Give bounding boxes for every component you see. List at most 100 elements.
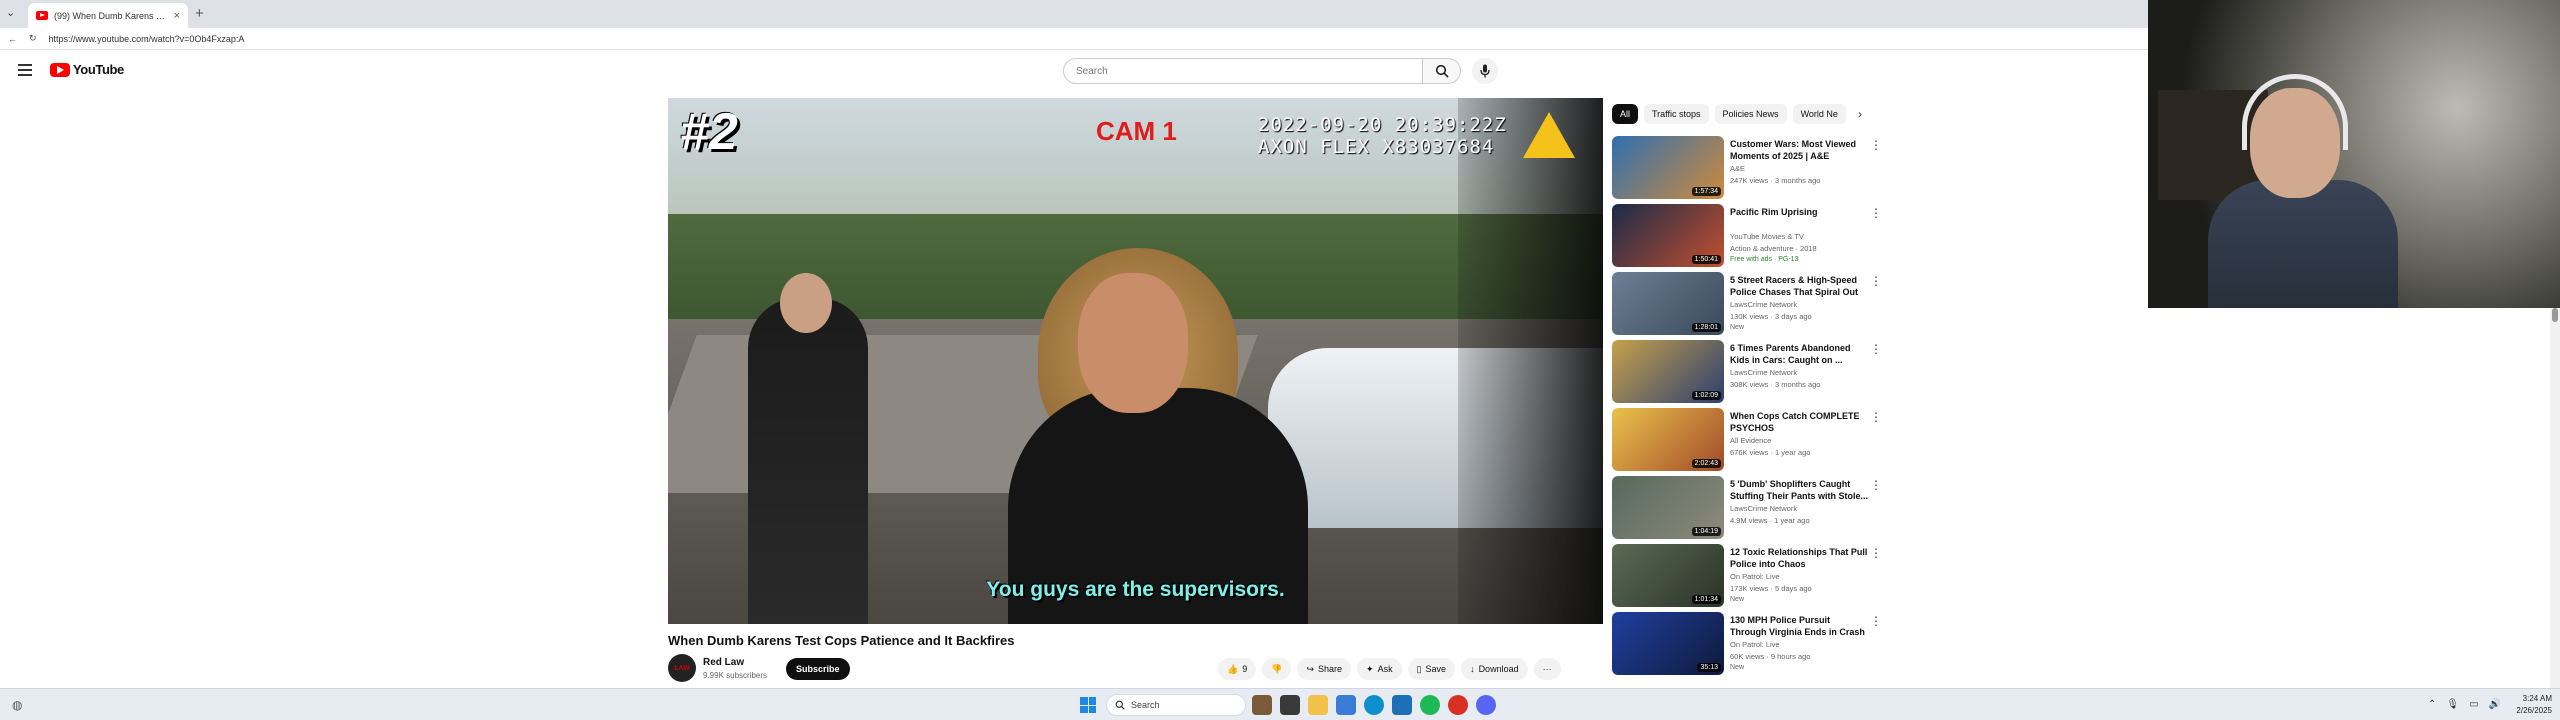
download-icon: ↓ [1470,664,1475,674]
like-button[interactable]: 👍 9 [1218,658,1257,680]
more-actions-button[interactable]: ··· [1533,658,1561,680]
tab-list-chevron-icon[interactable]: ⌄ [6,6,15,19]
recommendation-item[interactable]: 1:57:34 Customer Wars: Most Viewed Moment… [1612,136,1882,204]
channel-avatar[interactable]: LAW [668,654,696,682]
chip-world-news[interactable]: World Ne [1792,104,1846,124]
recommendation-title[interactable]: 5 Street Racers & High-Speed Police Chas… [1730,274,1868,298]
recommendation-thumbnail[interactable]: 1:50:41 [1612,204,1724,267]
address-bar: ← ↻ https://www.youtube.com/watch?v=0Ob4… [0,28,2148,50]
page-scrollbar-thumb[interactable] [2552,308,2558,322]
recommendation-item[interactable]: 1:04:19 5 'Dumb' Shoplifters Caught Stuff… [1612,476,1882,544]
recommendation-more-icon[interactable]: ⋮ [1870,342,1882,356]
windows-taskbar: ◍ Search ⌃ 🎙 ▭ 🔊 3:24 AM 2/26/2025 [0,688,2560,720]
recommendation-thumbnail[interactable]: 1:57:34 [1612,136,1724,199]
back-arrow-icon[interactable]: ← [8,34,17,44]
recommendation-title[interactable]: Customer Wars: Most Viewed Moments of 20… [1730,138,1868,162]
recommendation-title[interactable]: 12 Toxic Relationships That Pull Police … [1730,546,1868,570]
share-icon: ↪ [1306,663,1314,674]
bookmark-icon: ▯ [1416,663,1422,674]
recommendation-item[interactable]: 2:02:43 When Cops Catch COMPLETE PSYCHOS A… [1612,408,1882,476]
recommendation-meta: 173K views · 5 days ago [1730,584,1812,593]
download-label: Download [1478,664,1519,674]
subscribe-button[interactable]: Subscribe [786,658,850,680]
chip-traffic-stops[interactable]: Traffic stops [1644,104,1709,124]
tray-volume-icon[interactable]: 🔊 [2489,699,2501,710]
recommendation-more-icon[interactable]: ⋮ [1870,274,1882,288]
recommendation-title[interactable]: 5 'Dumb' Shoplifters Caught Stuffing The… [1730,478,1868,502]
recommendation-more-icon[interactable]: ⋮ [1870,546,1882,560]
taskbar-app-calculator-icon[interactable] [1392,695,1412,715]
url-field[interactable]: https://www.youtube.com/watch?v=0Ob4Fxza… [49,34,245,44]
menu-hamburger-icon[interactable] [18,64,32,76]
taskbar-app-chrome-icon[interactable] [1448,695,1468,715]
taskbar-time: 3:24 AM [2522,694,2552,703]
taskbar-app-spotify-icon[interactable] [1420,695,1440,715]
chip-policies-news[interactable]: Policies News [1714,104,1787,124]
recommendation-more-icon[interactable]: ⋮ [1870,478,1882,492]
recommendation-thumbnail[interactable]: 1:04:19 [1612,476,1724,539]
recommendation-channel[interactable]: LawsCrime Network [1730,300,1797,309]
filter-chips: All Traffic stops Policies News World Ne [1612,104,1846,124]
tray-chevron-icon[interactable]: ⌃ [2428,699,2436,710]
taskbar-app-game-icon[interactable] [1252,695,1272,715]
recommendation-thumbnail[interactable]: 2:02:43 [1612,408,1724,471]
recommendation-more-icon[interactable]: ⋮ [1870,614,1882,628]
taskbar-app-taskview-icon[interactable] [1280,695,1300,715]
recommendation-more-icon[interactable]: ⋮ [1870,206,1882,220]
tray-monitor-icon[interactable]: ▭ [2469,699,2478,710]
windows-start-icon[interactable] [1080,697,1096,713]
recommendation-more-icon[interactable]: ⋮ [1870,410,1882,424]
widgets-icon[interactable]: ◍ [12,698,22,712]
taskbar-app-edge-icon[interactable] [1364,695,1384,715]
recommendation-item[interactable]: 1:50:41 Pacific Rim Uprising YouTube Movie… [1612,204,1882,272]
taskbar-clock[interactable]: 3:24 AM 2/26/2025 [2508,693,2552,717]
youtube-favicon-icon [36,11,48,20]
video-player[interactable]: #2 CAM 1 2022-09-20 20:39:22Z AXON FLEX … [668,98,1603,624]
download-button[interactable]: ↓ Download [1461,658,1528,680]
new-tab-button[interactable]: + [195,5,204,22]
recommendation-thumbnail[interactable]: 1:28:01 [1612,272,1724,335]
recommendation-channel[interactable]: On Patrol: Live [1730,572,1780,581]
reload-icon[interactable]: ↻ [29,33,37,44]
save-button[interactable]: ▯ Save [1407,658,1456,680]
recommendation-more-icon[interactable]: ⋮ [1870,138,1882,152]
recommendation-meta: 308K views · 3 months ago [1730,380,1821,389]
recommendation-title[interactable]: When Cops Catch COMPLETE PSYCHOS [1730,410,1868,434]
recommendation-thumbnail[interactable]: 1:01:34 [1612,544,1724,607]
search-button[interactable] [1423,58,1461,84]
ask-button[interactable]: ✦ Ask [1357,658,1402,680]
taskbar-app-store-icon[interactable] [1336,695,1356,715]
recommendation-title[interactable]: Pacific Rim Uprising [1730,206,1868,218]
video-overlay-stamp: 2022-09-20 20:39:22Z AXON FLEX X83037684 [1258,114,1507,158]
taskbar-app-discord-icon[interactable] [1476,695,1496,715]
page-scrollbar[interactable] [2550,308,2560,688]
recommendation-channel[interactable]: LawsCrime Network [1730,504,1797,513]
share-button[interactable]: ↪ Share [1297,658,1352,680]
axon-logo-icon [1523,112,1575,158]
recommendation-item[interactable]: 1:02:09 6 Times Parents Abandoned Kids in… [1612,340,1882,408]
voice-search-button[interactable] [1472,58,1498,84]
recommendation-item[interactable]: 1:28:01 5 Street Racers & High-Speed Poli… [1612,272,1882,340]
youtube-logo[interactable]: YouTube [50,62,124,77]
recommendation-item[interactable]: 1:01:34 12 Toxic Relationships That Pull … [1612,544,1882,612]
recommendation-title[interactable]: 6 Times Parents Abandoned Kids in Cars: … [1730,342,1868,366]
recommendation-channel[interactable]: On Patrol: Live [1730,640,1780,649]
recommendation-title[interactable]: 130 MPH Police Pursuit Through Virginia … [1730,614,1868,638]
tray-mic-icon[interactable]: 🎙 [2446,699,2459,710]
tab-close-icon[interactable]: × [174,10,180,22]
dislike-button[interactable]: 👎 [1262,658,1292,680]
chips-next-chevron-icon[interactable]: › [1858,107,1862,121]
channel-name[interactable]: Red Law [703,657,744,668]
browser-tab-active[interactable]: (99) When Dumb Karens Tes × [28,3,188,28]
recommendation-channel[interactable]: YouTube Movies & TV [1730,232,1804,241]
taskbar-app-folder-icon[interactable] [1308,695,1328,715]
recommendation-thumbnail[interactable]: 1:02:09 [1612,340,1724,403]
recommendation-item[interactable]: 35:13 130 MPH Police Pursuit Through Virg… [1612,612,1882,680]
recommendation-thumbnail[interactable]: 35:13 [1612,612,1724,675]
search-input[interactable]: Search [1063,58,1423,84]
recommendation-channel[interactable]: All Evidence [1730,436,1771,445]
recommendation-channel[interactable]: LawsCrime Network [1730,368,1797,377]
taskbar-search[interactable]: Search [1106,694,1246,716]
chip-all[interactable]: All [1612,104,1639,124]
recommendation-channel[interactable]: A&E [1730,164,1745,173]
